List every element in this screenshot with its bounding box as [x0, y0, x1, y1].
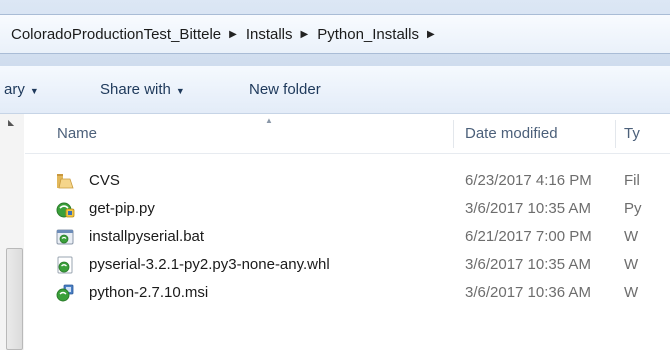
share-with-label: Share with: [100, 81, 171, 98]
new-folder-button[interactable]: New folder: [249, 66, 321, 113]
breadcrumb-item-python-installs[interactable]: Python_Installs: [315, 26, 421, 43]
command-toolbar: ary ▼ Share with ▼ New folder: [0, 66, 670, 114]
new-folder-label: New folder: [249, 81, 321, 98]
file-date-modified: 6/21/2017 7:00 PM: [465, 227, 592, 245]
breadcrumb: ColoradoProductionTest_Bittele ▶ Install…: [9, 15, 442, 53]
breadcrumb-separator-icon[interactable]: ▶: [427, 29, 435, 40]
column-header-name[interactable]: Name: [57, 114, 97, 153]
file-name: python-2.7.10.msi: [89, 283, 209, 301]
file-type: W: [624, 255, 639, 273]
column-header-row: ▲ Name Date modified Ty: [25, 114, 670, 154]
column-header-type[interactable]: Ty: [624, 114, 640, 153]
file-type: Fil: [624, 171, 640, 189]
breadcrumb-separator-icon[interactable]: ▶: [301, 29, 309, 40]
file-row-get-pip[interactable]: get-pip.py 3/6/2017 10:35 AM Py: [25, 194, 670, 222]
collapse-arrow-icon[interactable]: ◣: [8, 118, 14, 127]
file-date-modified: 6/23/2017 4:16 PM: [465, 171, 592, 189]
file-name: get-pip.py: [89, 199, 155, 217]
file-row-installpyserial[interactable]: installpyserial.bat 6/21/2017 7:00 PM W: [25, 222, 670, 250]
whl-file-icon: [57, 256, 73, 274]
include-in-library-label: ary: [4, 81, 25, 98]
file-name: pyserial-3.2.1-py2.py3-none-any.whl: [89, 255, 330, 273]
file-row-cvs[interactable]: CVS 6/23/2017 4:16 PM Fil: [25, 166, 670, 194]
breadcrumb-item-root[interactable]: ColoradoProductionTest_Bittele: [9, 26, 223, 43]
msi-installer-icon: [56, 284, 74, 302]
column-divider[interactable]: [615, 120, 616, 148]
chevron-down-icon: ▼: [175, 85, 185, 96]
include-in-library-button[interactable]: ary ▼: [4, 66, 39, 113]
file-type: W: [624, 283, 639, 301]
chevron-down-icon: ▼: [29, 85, 39, 96]
sort-ascending-icon: ▲: [265, 116, 273, 125]
file-type: W: [624, 227, 639, 245]
file-list: CVS 6/23/2017 4:16 PM Fil get-pip.py 3/6…: [25, 166, 670, 306]
batch-file-icon: [56, 229, 74, 245]
file-row-python-msi[interactable]: python-2.7.10.msi 3/6/2017 10:36 AM W: [25, 278, 670, 306]
file-name: installpyserial.bat: [89, 227, 205, 245]
file-name: CVS: [89, 171, 120, 189]
file-row-pyserial-whl[interactable]: pyserial-3.2.1-py2.py3-none-any.whl 3/6/…: [25, 250, 670, 278]
address-bar[interactable]: ColoradoProductionTest_Bittele ▶ Install…: [0, 14, 670, 54]
share-with-button[interactable]: Share with ▼: [100, 66, 185, 113]
file-date-modified: 3/6/2017 10:35 AM: [465, 255, 591, 273]
file-date-modified: 3/6/2017 10:36 AM: [465, 283, 591, 301]
folder-icon: [57, 174, 74, 189]
python-file-icon: [56, 202, 75, 218]
file-date-modified: 3/6/2017 10:35 AM: [465, 199, 591, 217]
column-header-date-modified[interactable]: Date modified: [465, 114, 558, 153]
breadcrumb-separator-icon[interactable]: ▶: [229, 29, 237, 40]
column-divider[interactable]: [453, 120, 454, 148]
explorer-window: ColoradoProductionTest_Bittele ▶ Install…: [0, 0, 670, 350]
file-type: Py: [624, 199, 642, 217]
navigation-scrollbar-thumb[interactable]: [6, 248, 23, 350]
breadcrumb-item-installs[interactable]: Installs: [244, 26, 295, 43]
address-bar-area: ColoradoProductionTest_Bittele ▶ Install…: [0, 0, 670, 66]
